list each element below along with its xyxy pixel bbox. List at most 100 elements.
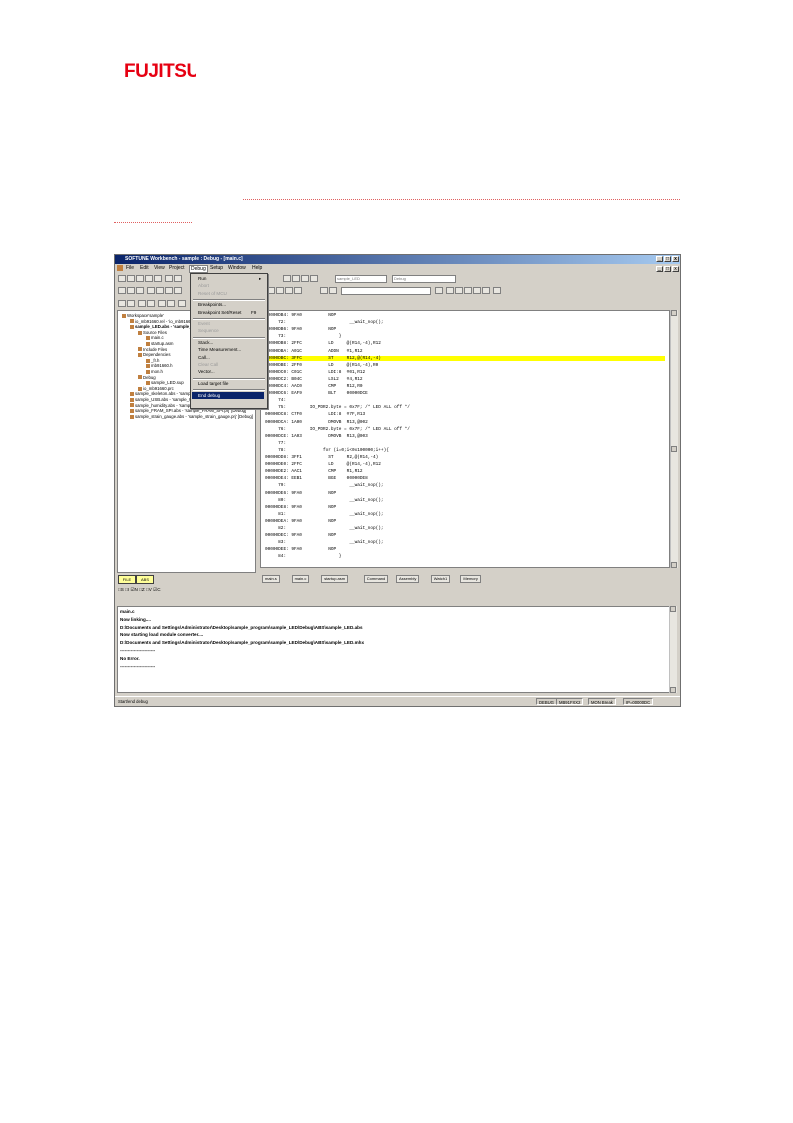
tool-button-27[interactable] bbox=[158, 300, 166, 307]
editor-tab[interactable]: main.s bbox=[262, 575, 280, 583]
configuration-combo[interactable]: Debug bbox=[392, 275, 456, 283]
tool-button-21[interactable] bbox=[482, 287, 490, 294]
tool-button-15[interactable] bbox=[294, 287, 302, 294]
tool-button-12[interactable] bbox=[267, 287, 275, 294]
menu-edit[interactable]: Edit bbox=[140, 265, 149, 271]
output-scroll-down-icon[interactable] bbox=[670, 687, 676, 693]
tree-item[interactable]: _fr.h bbox=[146, 358, 159, 363]
menu-setup[interactable]: Setup bbox=[210, 265, 223, 271]
tree-item[interactable]: main.c bbox=[146, 335, 164, 340]
tool-button-14[interactable] bbox=[285, 287, 293, 294]
tool-button-16[interactable] bbox=[435, 287, 443, 294]
tree-item[interactable]: mon.h bbox=[146, 369, 163, 374]
tab-abs[interactable]: ABS bbox=[136, 575, 154, 584]
tree-item[interactable]: mb91660.h bbox=[146, 363, 173, 368]
tool-button-13[interactable] bbox=[276, 287, 284, 294]
tool-button-17[interactable] bbox=[446, 287, 454, 294]
tree-item[interactable]: sample_strain_gauge.abs - 'sample_strain… bbox=[130, 414, 253, 419]
debug-menu-item[interactable]: Reset of MCU bbox=[198, 291, 227, 296]
scroll-thumb[interactable] bbox=[671, 446, 677, 452]
tool-button-7[interactable] bbox=[174, 275, 182, 282]
debug-menu-item[interactable]: Breakpoints... bbox=[198, 302, 226, 307]
find-in-files-button[interactable] bbox=[329, 287, 337, 294]
debug-menu-item[interactable]: Breakpoint Set/Reset bbox=[198, 310, 241, 315]
editor-tab[interactable]: Memory bbox=[460, 575, 481, 583]
debug-menu-item[interactable]: Vector... bbox=[198, 369, 215, 374]
tool-button-4[interactable] bbox=[145, 275, 153, 282]
tool-button-5[interactable] bbox=[154, 275, 162, 282]
tool-button-28[interactable] bbox=[167, 300, 175, 307]
flags-text[interactable]: □S □I ☑N □Z □V ☑C bbox=[118, 587, 161, 593]
tree-item[interactable]: startup.asm bbox=[146, 341, 173, 346]
close-button[interactable]: x bbox=[672, 256, 679, 262]
tool-button-23[interactable] bbox=[118, 300, 126, 307]
debug-menu-item[interactable]: Call... bbox=[198, 355, 210, 360]
tree-item[interactable]: Source Files bbox=[138, 330, 167, 335]
save-file-button[interactable] bbox=[136, 287, 144, 294]
scroll-down-icon[interactable] bbox=[671, 562, 677, 568]
tool-button-26[interactable] bbox=[147, 300, 155, 307]
editor-tab[interactable]: Watch1 bbox=[430, 575, 451, 583]
maximize-button[interactable]: □ bbox=[664, 256, 671, 262]
find-button[interactable] bbox=[320, 287, 328, 294]
new-file-button[interactable] bbox=[118, 287, 126, 294]
tool-button-2[interactable] bbox=[127, 275, 135, 282]
child-close-button[interactable]: x bbox=[672, 266, 679, 272]
tool-button-9[interactable] bbox=[292, 275, 300, 282]
debug-menu-item[interactable]: Run bbox=[198, 276, 206, 281]
menu-view[interactable]: View bbox=[154, 265, 165, 271]
debug-menu-item[interactable]: Stack... bbox=[198, 340, 213, 345]
tool-button-10[interactable] bbox=[301, 275, 309, 282]
tool-button-24[interactable] bbox=[127, 300, 135, 307]
editor-scrollbar[interactable] bbox=[670, 310, 678, 568]
tool-button-6[interactable] bbox=[165, 275, 173, 282]
output-scrollbar[interactable] bbox=[669, 606, 677, 693]
tool-button-25[interactable] bbox=[138, 300, 146, 307]
tool-button-8[interactable] bbox=[283, 275, 291, 282]
search-combo[interactable] bbox=[341, 287, 431, 295]
tool-button-19[interactable] bbox=[464, 287, 472, 294]
minimize-button[interactable]: _ bbox=[656, 256, 663, 262]
tool-button-20[interactable] bbox=[473, 287, 481, 294]
copy-button[interactable] bbox=[156, 287, 164, 294]
tool-button-29[interactable] bbox=[178, 300, 186, 307]
project-combo[interactable]: sample_LED bbox=[335, 275, 387, 283]
tree-item[interactable]: sample_LED.sup bbox=[146, 380, 184, 385]
tool-button-11[interactable] bbox=[310, 275, 318, 282]
undo-button[interactable] bbox=[174, 287, 182, 294]
tool-button-22[interactable] bbox=[493, 287, 501, 294]
debug-menu-item[interactable]: Abort bbox=[198, 283, 209, 288]
child-restore-button[interactable]: □ bbox=[664, 266, 671, 272]
tool-button-1[interactable] bbox=[118, 275, 126, 282]
tree-item[interactable]: Dependencies bbox=[138, 352, 170, 357]
debug-menu-item[interactable]: Time Measurement... bbox=[198, 347, 241, 352]
debug-menu-item[interactable]: Load target file bbox=[198, 381, 228, 386]
tree-item[interactable]: Include Files bbox=[138, 347, 167, 352]
paste-button[interactable] bbox=[165, 287, 173, 294]
debug-menu-item[interactable]: End debug bbox=[192, 392, 264, 400]
menu-help[interactable]: Help bbox=[252, 265, 262, 271]
tool-button-3[interactable] bbox=[136, 275, 144, 282]
tree-item[interactable]: Debug bbox=[138, 375, 156, 380]
editor-tab[interactable]: startup.asm bbox=[321, 575, 349, 583]
open-file-button[interactable] bbox=[127, 287, 135, 294]
output-scroll-up-icon[interactable] bbox=[670, 606, 676, 612]
tree-item[interactable]: Workspace'sample' bbox=[122, 313, 164, 318]
cut-button[interactable] bbox=[147, 287, 155, 294]
tool-button-18[interactable] bbox=[455, 287, 463, 294]
menu-window[interactable]: Window bbox=[228, 265, 246, 271]
scroll-up-icon[interactable] bbox=[671, 310, 677, 316]
menu-project[interactable]: Project bbox=[169, 265, 185, 271]
child-minimize-button[interactable]: _ bbox=[656, 266, 663, 272]
menu-debug[interactable]: Debug bbox=[189, 265, 208, 273]
editor-tab[interactable]: Command bbox=[363, 575, 389, 583]
tab-file[interactable]: FILE bbox=[118, 575, 136, 584]
tree-item[interactable]: io_mb91660.prc bbox=[138, 386, 174, 391]
debug-menu-item[interactable]: Event bbox=[198, 321, 210, 326]
editor-tab[interactable]: main.c bbox=[291, 575, 310, 583]
debug-menu-item[interactable]: Sequence bbox=[198, 328, 219, 333]
menu-file[interactable]: File bbox=[126, 265, 134, 271]
code-editor[interactable]: 00000DB4: 9FA0 NOP 72: __wait_nop(); 0000… bbox=[260, 310, 670, 568]
debug-menu-item[interactable]: Clear Call bbox=[198, 362, 218, 367]
editor-tab[interactable]: Assembly bbox=[396, 575, 420, 583]
